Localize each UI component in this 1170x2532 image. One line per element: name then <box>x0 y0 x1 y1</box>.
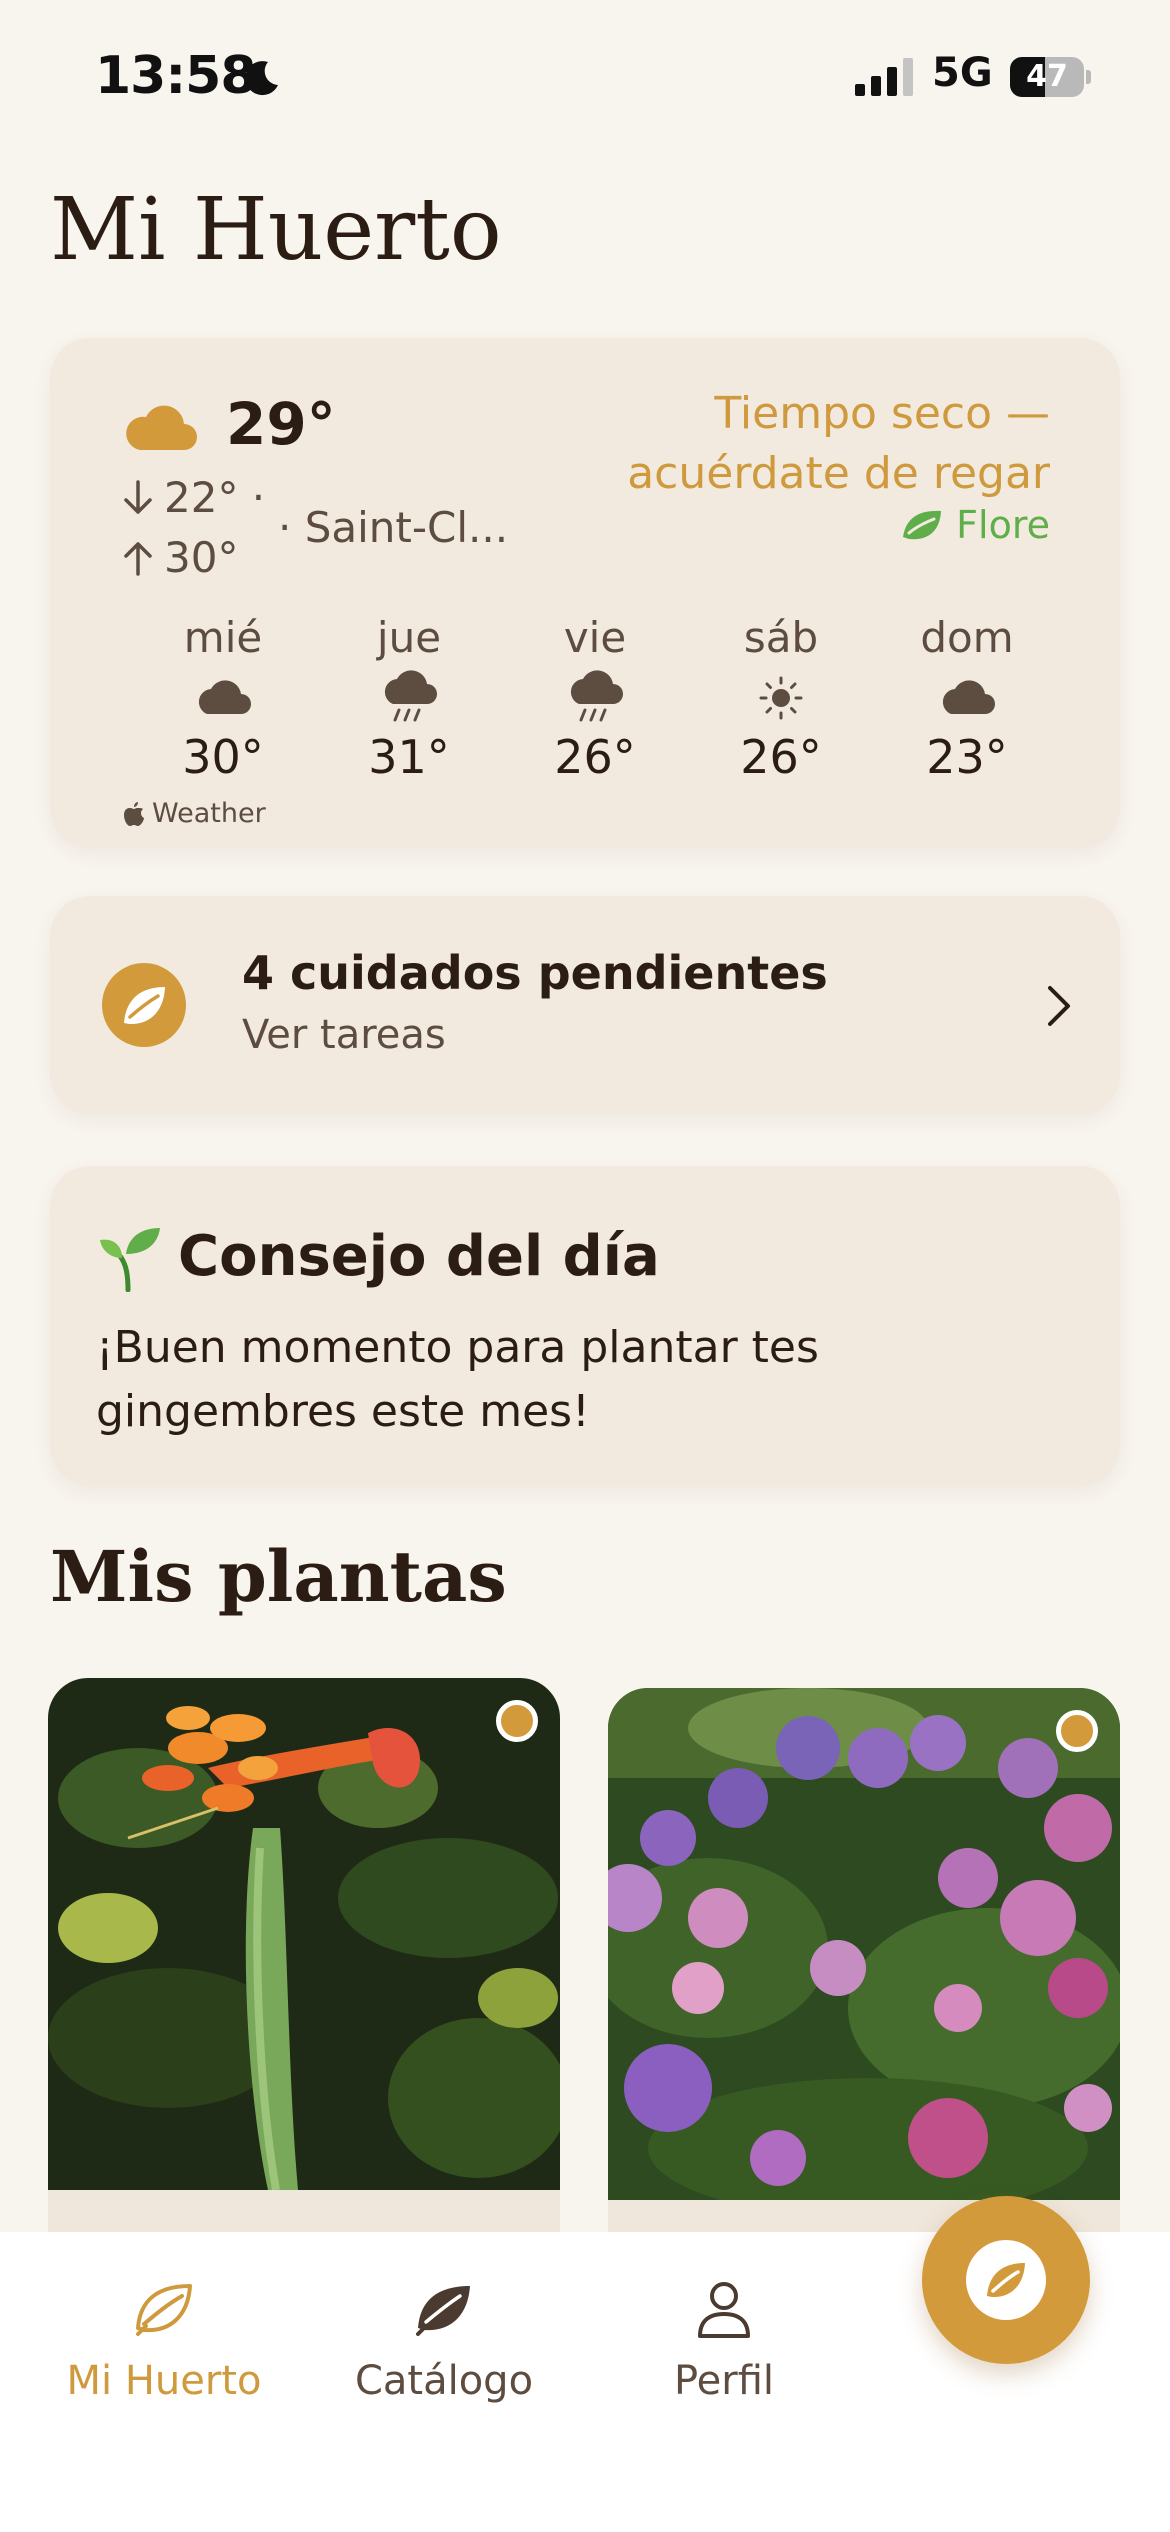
tasks-subtitle: Ver tareas <box>242 1012 446 1058</box>
advice-line-2: acuérdate de regar <box>627 448 1050 499</box>
forecast-temp: 31° <box>368 730 450 784</box>
current-temperature: 29° <box>226 390 336 458</box>
forecast-day: vie 26° <box>502 608 688 784</box>
cloud-icon <box>126 405 197 450</box>
forecast-temp: 23° <box>926 730 1008 784</box>
min-max-temperature: 22° · 30° <box>118 468 265 588</box>
tip-title: Consejo del día <box>178 1224 660 1289</box>
tab-perfil[interactable]: Perfil <box>604 2272 844 2404</box>
cloud-icon <box>942 680 995 714</box>
chevron-right-icon <box>1048 986 1070 1026</box>
battery-icon: 47 <box>1010 57 1091 97</box>
leaf-icon <box>124 987 165 1025</box>
forecast-day-label: sáb <box>743 613 819 662</box>
sun-icon <box>759 676 803 720</box>
tip-of-the-day-card: Consejo del día ¡Buen momento para plant… <box>50 1166 1120 1486</box>
forecast-temp: 30° <box>182 730 264 784</box>
person-icon <box>698 2282 750 2338</box>
tip-body: ¡Buen momento para plantar tes gingembre… <box>96 1322 819 1437</box>
status-bar: 13:58 5G 47 <box>0 0 1170 150</box>
trumpet-vine-photo <box>48 1678 560 2190</box>
forecast-day: jue 31° <box>316 608 502 784</box>
tab-catalogo[interactable]: Catálogo <box>324 2272 564 2404</box>
tab-label: Mi Huerto <box>66 2358 262 2404</box>
attribution-label: Weather <box>152 798 266 829</box>
weather-card[interactable]: 29° 22° · 30° · Saint-Cl... Tiempo seco … <box>50 338 1120 848</box>
leaf-icon <box>903 510 942 540</box>
pending-tasks-card[interactable]: 4 cuidados pendientes Ver tareas <box>50 896 1120 1114</box>
leaf-outline-icon <box>136 2284 192 2336</box>
status-time: 13:58 <box>95 46 257 106</box>
plant-card[interactable] <box>608 1688 1120 2238</box>
min-temperature: 22° · <box>164 473 266 522</box>
forecast-day: sáb 26° <box>688 608 874 784</box>
tab-label: Catálogo <box>354 2358 534 2404</box>
fab-inner-circle <box>966 2240 1046 2320</box>
forecast-day-label: jue <box>376 613 442 662</box>
plants-section-title: Mis plantas <box>50 1535 507 1618</box>
cellular-signal-icon <box>855 58 913 96</box>
arrow-up-icon <box>124 542 152 576</box>
rain-icon <box>384 670 437 722</box>
advice-line-1: Tiempo seco — <box>714 388 1050 439</box>
page-title: Mi Huerto <box>50 180 502 280</box>
hydrangea-photo <box>608 1688 1120 2200</box>
cloud-icon <box>198 680 251 714</box>
arrow-down-icon <box>124 480 152 514</box>
tab-label: Perfil <box>673 2358 775 2404</box>
care-indicator-dot <box>1056 1710 1098 1752</box>
source-name: Flore <box>956 503 1050 547</box>
leaf-icon <box>987 2263 1025 2298</box>
forecast-day-label: vie <box>563 613 627 662</box>
forecast-day-label: mié <box>183 613 263 662</box>
plant-card[interactable] <box>48 1678 560 2238</box>
rain-icon <box>570 670 623 722</box>
forecast-day: dom 23° <box>874 608 1060 784</box>
battery-level: 47 <box>1026 59 1068 94</box>
apple-icon <box>124 801 144 826</box>
weather-attribution[interactable]: Weather <box>122 798 266 829</box>
leaf-filled-icon <box>416 2286 470 2336</box>
forecast-temp: 26° <box>554 730 636 784</box>
max-temperature: 30° <box>164 533 239 582</box>
tasks-badge <box>102 963 186 1047</box>
care-fab-button[interactable] <box>922 2196 1090 2364</box>
weather-source: Flore <box>900 503 1050 547</box>
care-indicator-dot <box>496 1700 538 1742</box>
forecast-day: mié 30° <box>130 608 316 784</box>
forecast-temp: 26° <box>740 730 822 784</box>
forecast: mié 30° jue 31° vie 26° sáb 26° dom 23° <box>130 608 1060 784</box>
forecast-day-label: dom <box>920 613 1014 662</box>
tab-mi-huerto[interactable]: Mi Huerto <box>44 2272 284 2404</box>
tasks-title: 4 cuidados pendientes <box>242 946 828 1000</box>
weather-advice: Tiempo seco — acuérdate de regar <box>627 384 1050 504</box>
seedling-icon <box>100 1228 160 1292</box>
network-type: 5G <box>932 50 993 96</box>
weather-location: · Saint-Cl... <box>278 503 509 552</box>
moon-icon <box>245 61 278 96</box>
